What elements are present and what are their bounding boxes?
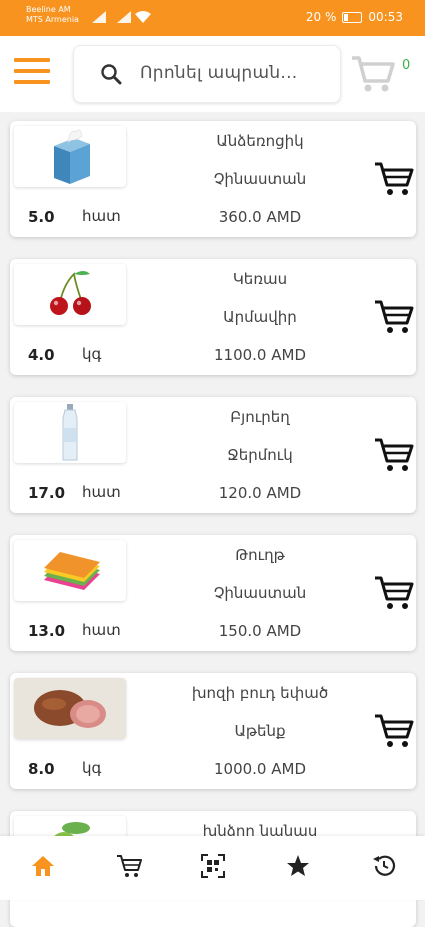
star-icon[interactable] — [286, 854, 310, 878]
product-name: Կեռաս — [232, 270, 288, 288]
product-name: Անձեռոցիկ — [216, 132, 304, 150]
product-card[interactable]: 8.0 կգ խոզի բուդ եփած Աթենք 1000.0 AMD — [10, 673, 416, 789]
add-to-cart-icon[interactable] — [374, 575, 414, 611]
product-image-water-bottle — [14, 402, 126, 463]
product-card[interactable]: 13.0 հատ Թուղթ Չինաստան 150.0 AMD — [10, 535, 416, 651]
product-quantity: 8.0 — [28, 760, 55, 778]
product-name: Թուղթ — [235, 546, 285, 564]
menu-icon[interactable] — [14, 58, 50, 88]
qr-scan-icon[interactable] — [201, 854, 225, 878]
cart-count: 0 — [402, 58, 411, 73]
product-quantity: 13.0 — [28, 622, 66, 640]
search-placeholder: Որոնել ապրան... — [140, 63, 298, 83]
product-store: Չինաստան — [213, 170, 307, 188]
history-icon[interactable] — [372, 854, 396, 878]
product-store: Արմավիր — [223, 308, 297, 326]
product-price: 360.0 AMD — [218, 208, 302, 226]
wifi-icon — [135, 11, 151, 23]
product-price: 120.0 AMD — [218, 484, 302, 502]
status-bar: Beeline AM MTS Armenia 20 % 00:53 — [0, 0, 425, 36]
home-icon[interactable] — [31, 854, 55, 878]
product-quantity: 5.0 — [28, 208, 55, 226]
battery-icon — [342, 11, 363, 23]
product-image-cherries — [14, 264, 126, 325]
product-store: Աթենք — [234, 722, 286, 740]
carrier-2: MTS Armenia — [26, 15, 79, 24]
product-price: 1100.0 AMD — [213, 346, 306, 364]
product-price: 1000.0 AMD — [213, 760, 306, 778]
product-card[interactable]: 5.0 հատ Անձեռոցիկ Չինաստան 360.0 AMD — [10, 121, 416, 237]
bottom-navigation — [0, 836, 425, 900]
signal-icon — [92, 11, 106, 23]
add-to-cart-icon[interactable] — [374, 713, 414, 749]
carrier-1: Beeline AM — [26, 5, 71, 14]
product-unit: կգ — [82, 759, 102, 777]
product-quantity: 17.0 — [28, 484, 66, 502]
signal-icon — [117, 11, 131, 23]
cart-icon[interactable] — [350, 54, 396, 94]
product-image-tissue-box — [14, 126, 126, 187]
product-unit: կգ — [82, 345, 102, 363]
product-unit: հատ — [82, 621, 121, 639]
search-icon — [101, 64, 122, 85]
product-image-cooked-ham — [14, 678, 126, 739]
product-card[interactable]: 17.0 հատ Բյուրեղ Ջերմուկ 120.0 AMD — [10, 397, 416, 513]
product-unit: հատ — [82, 207, 121, 225]
top-bar: Որոնել ապրան... 0 — [0, 36, 425, 112]
product-image-sticky-notes — [14, 540, 126, 601]
product-name: Բյուրեղ — [230, 408, 290, 426]
search-input[interactable]: Որոնել ապրան... — [73, 45, 341, 103]
add-to-cart-icon[interactable] — [374, 299, 414, 335]
add-to-cart-icon[interactable] — [374, 437, 414, 473]
product-card[interactable]: 4.0 կգ Կեռաս Արմավիր 1100.0 AMD — [10, 259, 416, 375]
add-to-cart-icon[interactable] — [374, 161, 414, 197]
clock: 00:53 — [368, 10, 403, 24]
product-store: Չինաստան — [213, 584, 307, 602]
product-quantity: 4.0 — [28, 346, 55, 364]
product-unit: հատ — [82, 483, 121, 501]
carrier-info: Beeline AM MTS Armenia — [26, 5, 79, 25]
product-name: խոզի բուդ եփած — [191, 684, 329, 702]
product-price: 150.0 AMD — [218, 622, 302, 640]
status-right: 20 % 00:53 — [306, 10, 403, 24]
product-store: Ջերմուկ — [227, 446, 293, 464]
battery-percent: 20 % — [305, 10, 337, 24]
cart-icon[interactable] — [116, 854, 142, 878]
